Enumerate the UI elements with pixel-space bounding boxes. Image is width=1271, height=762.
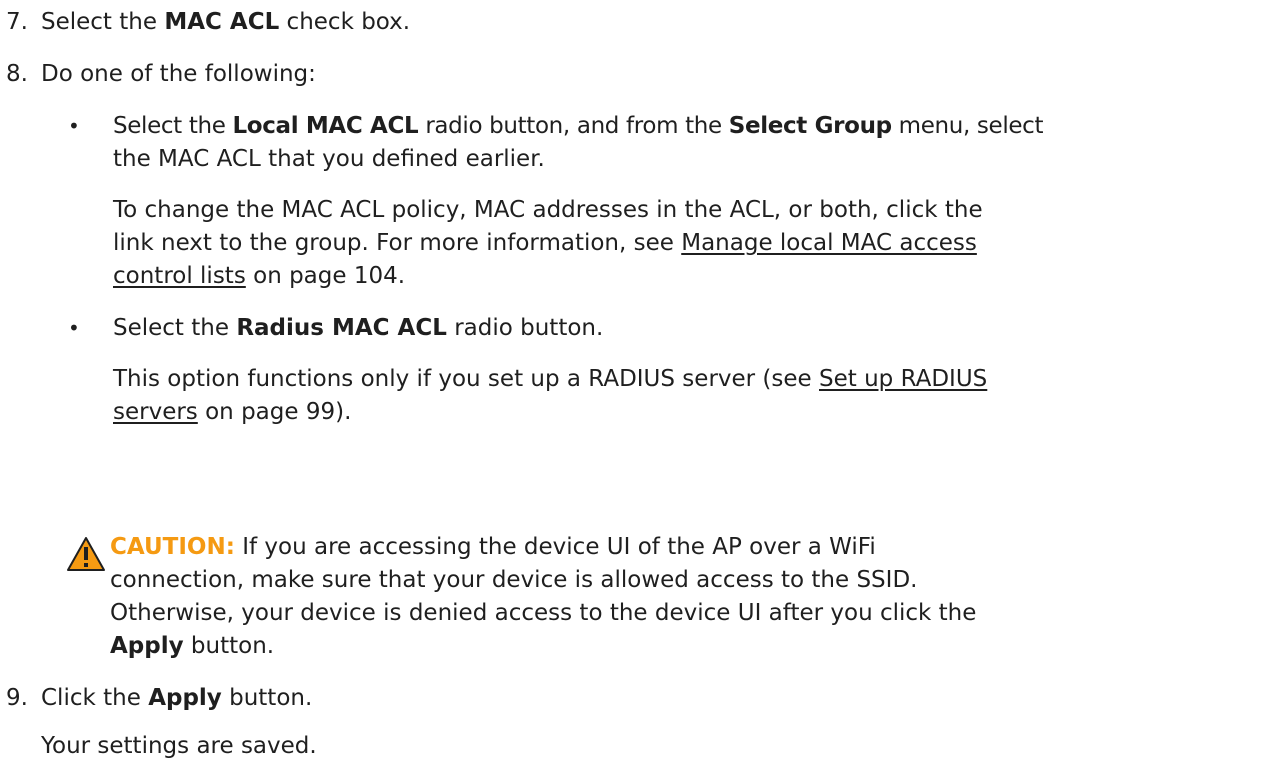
option-2-para-line-1: This option functions only if you set up… <box>113 363 987 395</box>
option-2-post: radio button. <box>446 315 604 341</box>
setup-radius-link-cont[interactable]: servers <box>113 399 198 425</box>
caution-label: CAUTION: <box>110 534 235 560</box>
setup-radius-link[interactable]: Set up RADIUS <box>819 366 987 392</box>
option-2-line-1: Select the Radius MAC ACL radio button. <box>113 312 603 344</box>
step-7-pre: Select the <box>41 9 165 35</box>
step-9-pre: Click the <box>41 685 149 711</box>
caution-line-3: Otherwise, your device is denied access … <box>110 600 977 626</box>
option-2-para-line-2: servers on page 99). <box>113 396 351 428</box>
option-2-pre: Select the <box>113 315 237 341</box>
step-7-post: check box. <box>279 9 411 35</box>
step-9-result: Your settings are saved. <box>41 733 317 759</box>
option-1-para-pre: link next to the group. For more informa… <box>113 230 682 256</box>
option-1-mid: radio button, and from the <box>418 113 729 139</box>
caution-text-4: button. <box>183 633 275 659</box>
step-7-bold: MAC ACL <box>164 9 280 35</box>
select-group-label: Select Group <box>728 113 892 139</box>
option-1-pre: Select the <box>113 113 233 139</box>
option-1-para-line-1: To change the MAC ACL policy, MAC addres… <box>113 197 983 223</box>
option-2-para-pre: This option functions only if you set up… <box>113 366 819 392</box>
option-1-line-2: the MAC ACL that you defined earlier. <box>113 146 545 172</box>
option-1-para-line-3: control lists on page 104. <box>113 260 405 292</box>
caution-apply-bold: Apply <box>110 633 184 659</box>
manage-mac-acl-link-cont[interactable]: control lists <box>113 263 246 289</box>
step-8-text: Do one of the following: <box>41 61 316 87</box>
caution-line-2: connection, make sure that your device i… <box>110 567 918 593</box>
local-mac-acl-label: Local MAC ACL <box>232 113 419 139</box>
option-2-para-post: on page 99). <box>197 399 352 425</box>
option-1-post: menu, select <box>891 113 1044 139</box>
caution-text-1: If you are accessing the device UI of th… <box>234 534 876 560</box>
caution-line-1: CAUTION: If you are accessing the device… <box>110 531 876 563</box>
step-9-post: button. <box>221 685 313 711</box>
step-7-number: 7. <box>6 9 28 35</box>
option-1-para-post: on page 104. <box>245 263 406 289</box>
step-8-number: 8. <box>6 61 28 87</box>
step-9-apply-bold: Apply <box>148 685 222 711</box>
option-1-para-line-2: link next to the group. For more informa… <box>113 227 977 259</box>
bullet: • <box>68 114 80 138</box>
bullet: • <box>68 316 80 340</box>
manage-mac-acl-link[interactable]: Manage local MAC access <box>681 230 977 256</box>
step-7-text: Select the MAC ACL check box. <box>41 6 410 38</box>
option-1-line-1: Select the Local MAC ACL radio button, a… <box>113 110 1044 142</box>
step-9-number: 9. <box>6 685 28 711</box>
step-9-text: Click the Apply button. <box>41 682 312 714</box>
caution-line-4: Apply button. <box>110 630 274 662</box>
warning-triangle-icon <box>67 537 105 571</box>
radius-mac-acl-label: Radius MAC ACL <box>236 315 447 341</box>
